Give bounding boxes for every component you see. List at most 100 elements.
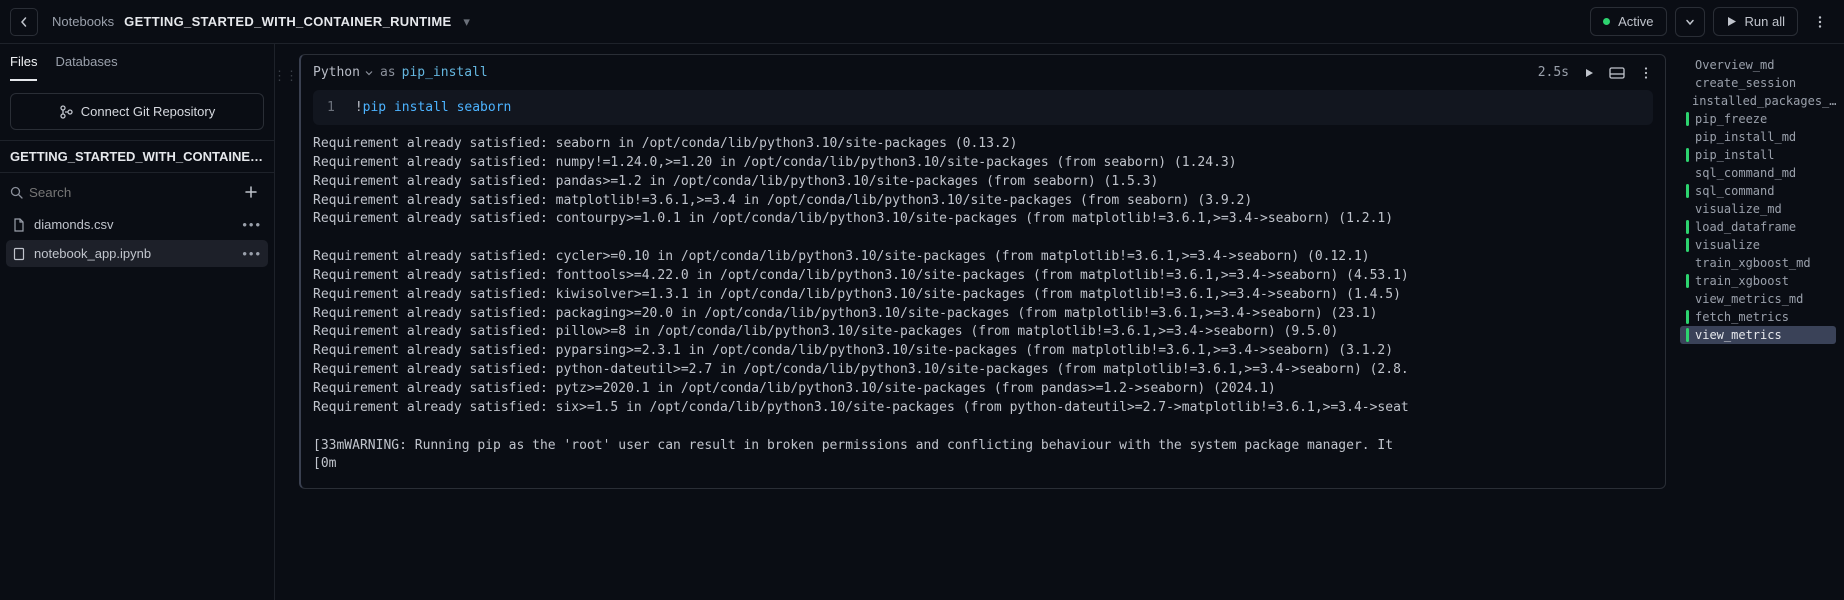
outline-item-label: pip_install — [1695, 148, 1774, 162]
notebook-icon — [12, 247, 26, 261]
outline-status-bar-icon — [1686, 202, 1689, 216]
outline-item[interactable]: visualize_md — [1680, 200, 1836, 218]
search-icon — [10, 186, 23, 199]
connect-git-button[interactable]: Connect Git Repository — [10, 93, 264, 130]
cell-gutter: ⋮⋮ — [275, 44, 295, 600]
outline-item[interactable]: sql_command_md — [1680, 164, 1836, 182]
outline-status-bar-icon — [1686, 148, 1689, 162]
chevron-left-icon — [18, 16, 30, 28]
status-dropdown-button[interactable] — [1675, 7, 1705, 37]
outline-status-bar-icon — [1686, 328, 1689, 342]
outline-item-label: visualize — [1695, 238, 1760, 252]
cell-name[interactable]: pip_install — [402, 65, 488, 80]
topbar: Notebooks GETTING_STARTED_WITH_CONTAINER… — [0, 0, 1844, 44]
cell-language[interactable]: Python — [313, 65, 360, 80]
outline-item-label: pip_install_md — [1695, 130, 1796, 144]
outline-item-label: load_dataframe — [1695, 220, 1796, 234]
output-toggle-icon[interactable] — [1609, 67, 1625, 79]
file-item-csv[interactable]: diamonds.csv ••• — [6, 211, 268, 238]
more-vertical-icon — [1813, 15, 1827, 29]
breadcrumb-root[interactable]: Notebooks — [52, 14, 114, 29]
tab-files[interactable]: Files — [10, 54, 37, 81]
outline-status-bar-icon — [1686, 310, 1689, 324]
play-icon — [1726, 16, 1737, 27]
status-dot-icon — [1603, 18, 1610, 25]
outline-item-label: train_xgboost_md — [1695, 256, 1811, 270]
outline-status-bar-icon — [1686, 274, 1689, 288]
file-name: diamonds.csv — [34, 217, 113, 232]
outline-item-label: sql_command — [1695, 184, 1774, 198]
outline-status-bar-icon — [1686, 256, 1689, 270]
kebab-menu-button[interactable] — [1806, 8, 1834, 36]
outline-item-label: view_metrics — [1695, 328, 1782, 342]
repo-name[interactable]: GETTING_STARTED_WITH_CONTAINER_RU... — [0, 140, 274, 173]
outline-status-bar-icon — [1686, 166, 1689, 180]
outline-status-bar-icon — [1686, 184, 1689, 198]
outline-item-label: view_metrics_md — [1695, 292, 1803, 306]
more-vertical-icon[interactable] — [1639, 66, 1653, 80]
plus-icon — [244, 185, 258, 199]
outline-item[interactable]: pip_freeze — [1680, 110, 1836, 128]
outline-item-label: installed_packages_… — [1692, 94, 1836, 108]
breadcrumb: Notebooks GETTING_STARTED_WITH_CONTAINER… — [52, 14, 470, 30]
outline-status-bar-icon — [1686, 292, 1689, 306]
outline-status-bar-icon — [1686, 130, 1689, 144]
code-cell: Python as pip_install 2.5s 1 !pip instal… — [299, 54, 1666, 489]
drag-handle-icon[interactable]: ⋮⋮ — [273, 68, 297, 600]
outline-item[interactable]: train_xgboost_md — [1680, 254, 1836, 272]
tab-databases[interactable]: Databases — [55, 54, 117, 81]
as-keyword: as — [380, 65, 396, 80]
outline-item-label: fetch_metrics — [1695, 310, 1789, 324]
file-more-button[interactable]: ••• — [242, 246, 262, 261]
file-more-button[interactable]: ••• — [242, 217, 262, 232]
outline-status-bar-icon — [1686, 238, 1689, 252]
play-icon[interactable] — [1583, 67, 1595, 79]
outline-item[interactable]: installed_packages_… — [1680, 92, 1836, 110]
status-label: Active — [1618, 14, 1653, 29]
sidebar: Files Databases Connect Git Repository G… — [0, 44, 275, 600]
file-list: diamonds.csv ••• notebook_app.ipynb ••• — [0, 211, 274, 267]
outline-item[interactable]: create_session — [1680, 74, 1836, 92]
outline-item[interactable]: pip_install — [1680, 146, 1836, 164]
outline-item-label: pip_freeze — [1695, 112, 1767, 126]
search-input[interactable] — [29, 185, 232, 200]
run-all-label: Run all — [1745, 14, 1785, 29]
chevron-down-icon — [1684, 16, 1696, 28]
outline-item[interactable]: fetch_metrics — [1680, 308, 1836, 326]
outline-item[interactable]: train_xgboost — [1680, 272, 1836, 290]
outline-item-label: sql_command_md — [1695, 166, 1796, 180]
code-editor[interactable]: 1 !pip install seaborn — [313, 90, 1653, 125]
file-name: notebook_app.ipynb — [34, 246, 151, 261]
outline-status-bar-icon — [1686, 220, 1689, 234]
file-item-notebook[interactable]: notebook_app.ipynb ••• — [6, 240, 268, 267]
outline-item[interactable]: sql_command — [1680, 182, 1836, 200]
git-icon — [59, 105, 73, 119]
outline-item[interactable]: view_metrics_md — [1680, 290, 1836, 308]
connect-git-label: Connect Git Repository — [81, 104, 215, 119]
exec-time: 2.5s — [1538, 65, 1569, 80]
outline-item-label: train_xgboost — [1695, 274, 1789, 288]
outline-item[interactable]: load_dataframe — [1680, 218, 1836, 236]
outline-item-label: visualize_md — [1695, 202, 1782, 216]
add-button[interactable] — [238, 179, 264, 205]
outline-item-label: Overview_md — [1695, 58, 1774, 72]
sidebar-tabs: Files Databases — [0, 44, 274, 81]
run-all-button[interactable]: Run all — [1713, 7, 1798, 36]
outline-status-bar-icon — [1686, 112, 1689, 126]
outline-item[interactable]: Overview_md — [1680, 56, 1836, 74]
back-button[interactable] — [10, 8, 38, 36]
outline-item[interactable]: visualize — [1680, 236, 1836, 254]
cell-output: Requirement already satisfied: seaborn i… — [301, 135, 1665, 474]
page-title[interactable]: GETTING_STARTED_WITH_CONTAINER_RUNTIME — [124, 14, 451, 29]
line-number: 1 — [327, 100, 335, 115]
chevron-down-icon[interactable] — [364, 68, 374, 78]
file-icon — [12, 218, 26, 232]
outline-item[interactable]: view_metrics — [1680, 326, 1836, 344]
caret-down-icon[interactable]: ▾ — [463, 14, 470, 30]
outline-panel: Overview_md create_session installed_packa… — [1676, 44, 1844, 600]
outline-status-bar-icon — [1686, 58, 1689, 72]
status-pill[interactable]: Active — [1590, 7, 1666, 36]
code-line: !pip install seaborn — [355, 100, 512, 115]
notebook-main: Python as pip_install 2.5s 1 !pip instal… — [295, 44, 1676, 600]
outline-item[interactable]: pip_install_md — [1680, 128, 1836, 146]
